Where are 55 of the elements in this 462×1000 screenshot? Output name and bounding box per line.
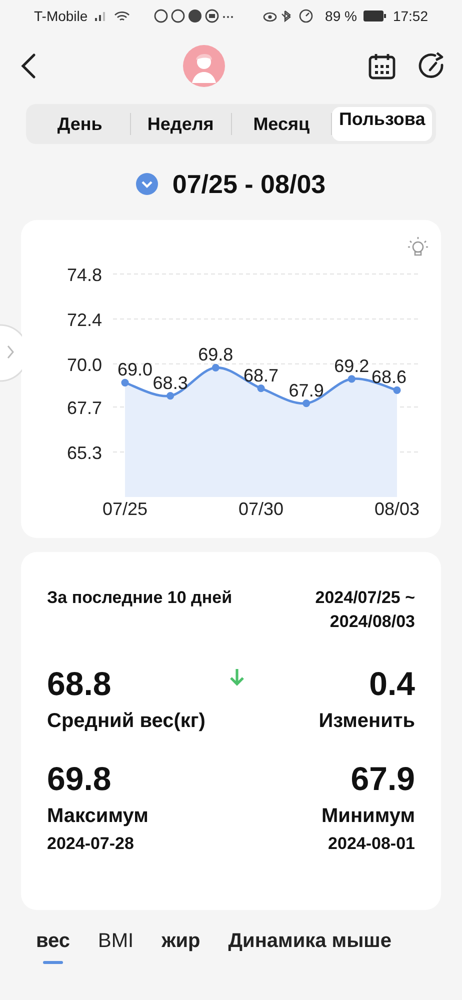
wifi-icon <box>114 10 130 22</box>
clock-time: 17:52 <box>392 8 428 24</box>
calendar-icon[interactable] <box>368 52 396 80</box>
point <box>121 378 129 386</box>
signal-icon <box>94 10 108 22</box>
battery-percent: 89 % <box>325 8 357 24</box>
metric-tab[interactable]: вес <box>36 930 70 964</box>
point <box>166 392 174 400</box>
point <box>302 399 310 408</box>
data-label: 69.2 <box>334 356 370 376</box>
data-label: 67.9 <box>288 380 324 400</box>
stat-label: Минимум <box>321 805 415 828</box>
x-axis-label: 08/03 <box>374 499 420 519</box>
stat-value: 68.8 <box>47 664 112 704</box>
data-label: 68.7 <box>243 365 279 386</box>
data-label: 69.0 <box>117 360 153 380</box>
battery-icon <box>362 10 387 22</box>
carrier-name: T-Mobile <box>34 8 88 24</box>
stat-label: Средний вес(кг) <box>47 710 206 733</box>
refresh-icon[interactable] <box>418 52 446 80</box>
period-label: За последние 10 дней <box>47 587 232 609</box>
period-tab[interactable]: Пользова <box>332 107 432 141</box>
y-axis-label: 65.3 <box>66 443 102 463</box>
stat-date: 2024-07-28 <box>47 834 135 854</box>
point <box>212 364 220 372</box>
data-label: 68.3 <box>152 372 188 393</box>
dropdown-icon[interactable] <box>136 173 158 195</box>
avatar-icon[interactable] <box>183 45 225 87</box>
stat-label: Максимум <box>47 805 150 828</box>
point <box>257 384 265 392</box>
data-label: 69.8 <box>198 344 234 365</box>
stat-date: 2024-08-01 <box>328 834 415 854</box>
stat-value: 0.4 <box>369 664 415 704</box>
metric-tab[interactable]: жир <box>162 930 200 964</box>
period-tab[interactable]: Неделя <box>130 107 230 141</box>
date-range-text: 2024/07/25 ~ 2024/08/03 <box>314 587 415 633</box>
x-axis-label: 07/25 <box>102 499 148 519</box>
stat-value: 69.8 <box>47 759 112 799</box>
metric-tab[interactable]: Динамика мыше <box>228 930 392 964</box>
stat-label: Изменить <box>318 710 415 733</box>
stat-value: 67.9 <box>350 759 415 799</box>
period-tab[interactable]: Месяц <box>232 107 332 141</box>
x-axis-label: 07/30 <box>238 499 284 519</box>
y-axis-label: 70.0 <box>66 354 102 375</box>
period-tab[interactable]: День <box>30 107 130 141</box>
y-axis-label: 72.4 <box>66 310 102 330</box>
side-handle-icon[interactable] <box>0 324 22 382</box>
data-label: 68.6 <box>371 367 407 388</box>
y-axis-label: 67.7 <box>66 398 102 418</box>
y-axis-label: 74.8 <box>66 265 102 285</box>
point <box>393 386 401 394</box>
date-range[interactable]: 07/25 - 08/03 <box>172 168 326 200</box>
metric-tab[interactable]: BMI <box>98 930 134 964</box>
lightbulb-icon[interactable] <box>407 236 429 256</box>
point <box>348 375 356 383</box>
